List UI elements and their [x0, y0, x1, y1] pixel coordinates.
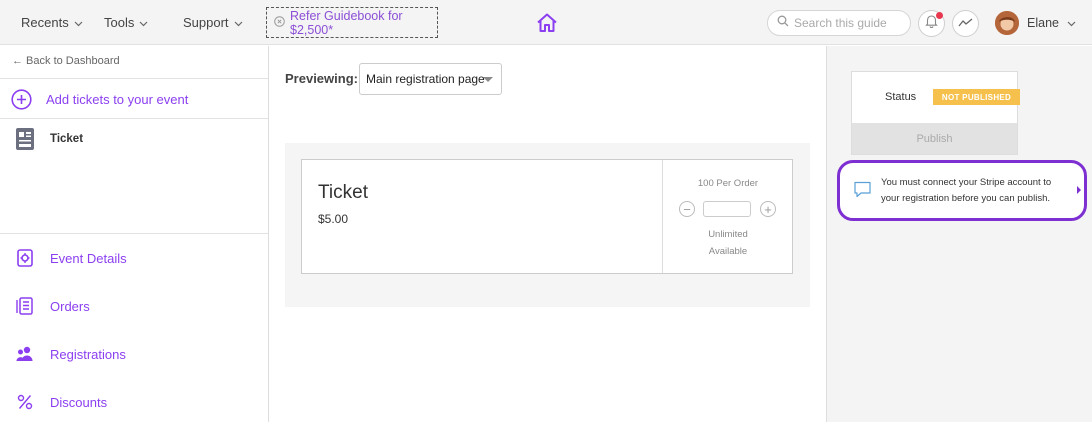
sidebar-item-event-details[interactable]: Event Details: [16, 249, 127, 267]
main-content: Previewing: Main registration page Ticke…: [269, 46, 826, 422]
avatar: [995, 11, 1019, 35]
plus-circle-icon: [11, 89, 32, 110]
chat-bubble-icon: [853, 180, 872, 199]
top-navigation-bar: Recents Tools Support Refer Guidebook fo…: [0, 0, 1092, 45]
sidebar-item-ticket[interactable]: Ticket: [15, 127, 83, 151]
search-input[interactable]: [794, 16, 904, 30]
divider: [0, 78, 268, 79]
ticket-icon: [15, 127, 35, 151]
caret-down-icon: [483, 77, 493, 82]
refer-guidebook-button[interactable]: Refer Guidebook for $2,500*: [266, 7, 438, 38]
chevron-right-icon: [1077, 186, 1081, 194]
previewing-label: Previewing:: [285, 71, 358, 86]
add-tickets-button[interactable]: Add tickets to your event: [11, 89, 188, 110]
registrations-label: Registrations: [50, 346, 126, 362]
chevron-down-icon: [234, 15, 243, 30]
ticket-card: Ticket $5.00 100 Per Order − + Unlimited…: [301, 159, 793, 274]
user-menu[interactable]: Elane: [995, 10, 1076, 36]
ticket-quantity-panel: 100 Per Order − + Unlimited Available: [662, 160, 792, 273]
event-details-label: Event Details: [50, 250, 127, 266]
publish-button[interactable]: Publish: [852, 123, 1017, 154]
add-tickets-label: Add tickets to your event: [46, 92, 189, 107]
status-badge: NOT PUBLISHED: [933, 89, 1020, 105]
availability-line-1: Unlimited: [708, 229, 748, 240]
discounts-label: Discounts: [50, 394, 108, 410]
close-circle-icon[interactable]: [274, 15, 285, 30]
ticket-price: $5.00: [318, 212, 349, 226]
support-label: Support: [183, 15, 229, 30]
refer-label: Refer Guidebook for $2,500*: [290, 8, 403, 37]
sidebar-item-discounts[interactable]: Discounts: [16, 393, 107, 411]
percent-icon: [16, 393, 34, 411]
status-label: Status: [885, 91, 917, 103]
recents-menu[interactable]: Recents: [21, 0, 83, 45]
preview-page-select[interactable]: Main registration page: [359, 63, 502, 95]
activity-button[interactable]: [952, 10, 979, 37]
divider: [0, 118, 268, 119]
user-name: Elane: [1027, 16, 1059, 30]
stripe-message: You must connect your Stripe account to …: [881, 177, 1052, 204]
preview-selected-value: Main registration page: [366, 72, 485, 86]
tools-label: Tools: [104, 15, 135, 30]
chevron-down-icon: [74, 15, 83, 30]
notification-dot: [936, 12, 943, 19]
activity-icon: [958, 15, 973, 33]
search-box[interactable]: [767, 10, 911, 36]
per-order-limit: 100 Per Order: [697, 178, 759, 189]
sidebar-item-orders[interactable]: Orders: [16, 297, 90, 315]
home-icon[interactable]: [535, 11, 559, 35]
chevron-down-icon: [139, 15, 148, 30]
increase-quantity-button[interactable]: +: [760, 201, 776, 217]
back-to-dashboard-link[interactable]: ← Back to Dashboard: [12, 55, 120, 67]
tools-menu[interactable]: Tools: [104, 0, 148, 45]
chevron-down-icon: [1067, 16, 1076, 30]
divider: [0, 233, 268, 234]
registrations-icon: [16, 345, 34, 363]
decrease-quantity-button[interactable]: −: [679, 201, 695, 217]
availability: Unlimited Available: [663, 226, 793, 260]
orders-label: Orders: [50, 298, 90, 314]
publish-status-box: Status NOT PUBLISHED Publish: [851, 71, 1020, 155]
sidebar-item-registrations[interactable]: Registrations: [16, 345, 126, 363]
right-panel: Status NOT PUBLISHED Publish You must co…: [826, 46, 1092, 422]
registration-preview: Ticket $5.00 100 Per Order − + Unlimited…: [285, 143, 810, 307]
ticket-name: Ticket: [318, 182, 368, 203]
search-icon: [777, 14, 789, 32]
notifications-button[interactable]: [918, 10, 945, 37]
stripe-connect-notice[interactable]: You must connect your Stripe account to …: [837, 160, 1087, 221]
orders-icon: [16, 297, 34, 315]
sidebar: ← Back to Dashboard Add tickets to your …: [0, 46, 269, 422]
ticket-label: Ticket: [50, 133, 84, 145]
quantity-input[interactable]: [703, 201, 751, 217]
event-details-icon: [16, 249, 34, 267]
support-menu[interactable]: Support: [183, 0, 243, 45]
availability-line-2: Available: [708, 246, 748, 257]
recents-label: Recents: [21, 15, 69, 30]
